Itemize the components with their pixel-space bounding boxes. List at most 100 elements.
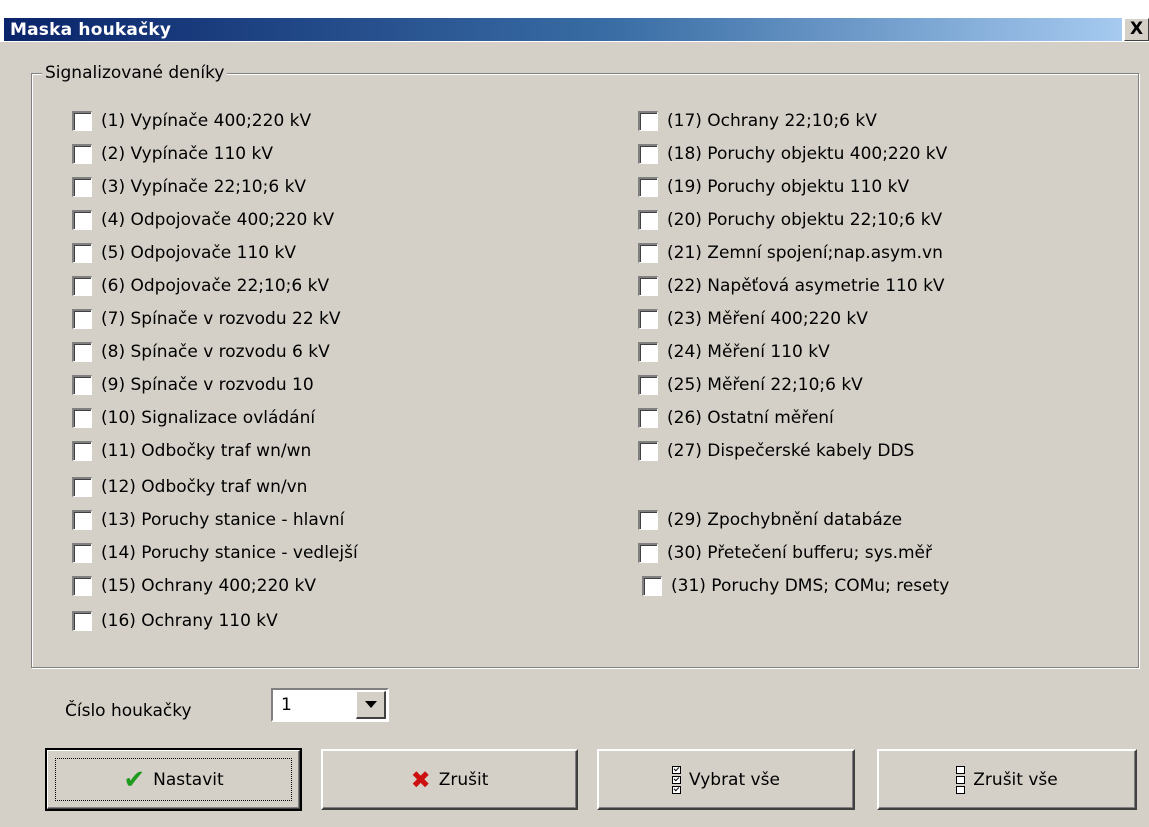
checkbox-label: (6) Odpojovače 22;10;6 kV [101,276,330,296]
checkbox-row-21[interactable]: (21) Zemní spojení;nap.asym.vn [638,242,943,264]
checkbox-row-24[interactable]: (24) Měření 110 kV [638,341,830,363]
checkbox-label: (5) Odpojovače 110 kV [101,243,296,263]
checkbox-label: (22) Napěťová asymetrie 110 kV [667,276,945,296]
checkbox-label: (29) Zpochybnění databáze [667,510,903,530]
set-button[interactable]: ✔ Nastavit [45,748,302,811]
checkbox-row-30[interactable]: (30) Přetečení bufferu; sys.měř [638,542,932,564]
checkbox[interactable] [72,576,92,596]
checkbox-row-18[interactable]: (18) Poruchy objektu 400;220 kV [638,143,947,165]
checkbox[interactable] [72,408,92,428]
checkbox[interactable] [72,177,92,197]
checkbox-label: (12) Odbočky traf wn/vn [101,477,308,497]
clear-all-button-label: Zrušit vše [973,769,1058,790]
checkbox-row-26[interactable]: (26) Ostatní měření [638,407,834,429]
checkbox[interactable] [638,543,658,563]
checkbox-label: (7) Spínače v rozvodu 22 kV [101,309,341,329]
checkbox-row-9[interactable]: (9) Spínače v rozvodu 10 [72,374,314,396]
checkbox-label: (13) Poruchy stanice - hlavní [101,510,345,530]
clear-all-button[interactable]: Zrušit vše [877,749,1137,810]
checkbox[interactable] [642,576,662,596]
checklist-checked-icon [672,765,682,795]
checkbox-row-29[interactable]: (29) Zpochybnění databáze [638,509,902,531]
checkbox-row-31[interactable]: (31) Poruchy DMS; COMu; resety [642,575,949,597]
checkbox-label: (10) Signalizace ovládání [101,408,316,428]
checkbox-row-10[interactable]: (10) Signalizace ovládání [72,407,315,429]
checklist-empty-icon [956,765,966,795]
checkbox-label: (18) Poruchy objektu 400;220 kV [667,144,948,164]
checkbox[interactable] [638,408,658,428]
checkbox-row-6[interactable]: (6) Odpojovače 22;10;6 kV [72,275,329,297]
checkbox-row-4[interactable]: (4) Odpojovače 400;220 kV [72,209,334,231]
checkbox[interactable] [638,177,658,197]
checkbox[interactable] [72,611,92,631]
checkbox-row-2[interactable]: (2) Vypínače 110 kV [72,143,273,165]
checkbox-label: (27) Dispečerské kabely DDS [667,441,915,461]
x-icon: ✖ [410,765,431,794]
checkbox-row-17[interactable]: (17) Ochrany 22;10;6 kV [638,110,877,132]
checkbox[interactable] [638,243,658,263]
select-all-button-label: Vybrat vše [689,769,780,790]
checkbox[interactable] [638,510,658,530]
focus-rect [55,758,292,801]
checkbox-label: (25) Měření 22;10;6 kV [667,375,863,395]
checkbox-row-11[interactable]: (11) Odbočky traf wn/wn [72,440,311,462]
checkbox-row-8[interactable]: (8) Spínače v rozvodu 6 kV [72,341,330,363]
siren-number-select[interactable]: 1 [271,688,389,722]
checkbox[interactable] [638,210,658,230]
checkbox-row-13[interactable]: (13) Poruchy stanice - hlavní [72,509,344,531]
checkbox-label: (17) Ochrany 22;10;6 kV [667,111,877,131]
checkbox[interactable] [638,441,658,461]
checkbox-row-22[interactable]: (22) Napěťová asymetrie 110 kV [638,275,945,297]
window-title: Maska houkačky [10,20,172,40]
checkbox[interactable] [72,375,92,395]
checkbox[interactable] [638,309,658,329]
checkbox-label: (8) Spínače v rozvodu 6 kV [101,342,330,362]
checkbox-label: (24) Měření 110 kV [667,342,830,362]
checkbox[interactable] [638,276,658,296]
checkbox-row-14[interactable]: (14) Poruchy stanice - vedlejší [72,542,358,564]
checkbox-label: (26) Ostatní měření [667,408,834,428]
checkbox-row-7[interactable]: (7) Spínače v rozvodu 22 kV [72,308,341,330]
checkbox-row-16[interactable]: (16) Ochrany 110 kV [72,610,278,632]
checkbox[interactable] [72,309,92,329]
checkbox-row-12[interactable]: (12) Odbočky traf wn/vn [72,476,307,498]
dropdown-button[interactable] [356,691,386,719]
checkbox-label: (2) Vypínače 110 kV [101,144,273,164]
checkbox-row-3[interactable]: (3) Vypínače 22;10;6 kV [72,176,306,198]
checkbox[interactable] [638,144,658,164]
group-legend: Signalizované deníky [42,62,228,84]
close-button[interactable]: X [1124,18,1149,41]
checkbox[interactable] [72,144,92,164]
checkbox-row-1[interactable]: (1) Vypínače 400;220 kV [72,110,311,132]
checkbox[interactable] [72,510,92,530]
checkbox[interactable] [72,477,92,497]
checkbox[interactable] [72,342,92,362]
checkbox[interactable] [72,276,92,296]
cancel-button-label: Zrušit [438,769,489,790]
checkbox-row-27[interactable]: (27) Dispečerské kabely DDS [638,440,914,462]
checkbox[interactable] [72,210,92,230]
chevron-down-icon [364,701,377,708]
checkbox-row-25[interactable]: (25) Měření 22;10;6 kV [638,374,863,396]
checkbox[interactable] [72,441,92,461]
checkbox[interactable] [72,111,92,131]
checkbox-label: (31) Poruchy DMS; COMu; resety [671,576,950,596]
checkbox-label: (20) Poruchy objektu 22;10;6 kV [667,210,943,230]
checkbox-row-23[interactable]: (23) Měření 400;220 kV [638,308,868,330]
checkbox[interactable] [72,243,92,263]
title-bar-gradient [4,18,1122,41]
checkbox[interactable] [638,111,658,131]
select-all-button[interactable]: Vybrat vše [597,749,855,810]
checkbox[interactable] [638,342,658,362]
checkbox-row-15[interactable]: (15) Ochrany 400;220 kV [72,575,316,597]
checkbox-label: (3) Vypínače 22;10;6 kV [101,177,307,197]
checkbox-label: (23) Měření 400;220 kV [667,309,868,329]
checkbox-row-19[interactable]: (19) Poruchy objektu 110 kV [638,176,909,198]
checkbox[interactable] [72,543,92,563]
checkbox-row-5[interactable]: (5) Odpojovače 110 kV [72,242,296,264]
cancel-button[interactable]: ✖ Zrušit [321,749,578,810]
checkbox-row-20[interactable]: (20) Poruchy objektu 22;10;6 kV [638,209,942,231]
checkbox-label: (16) Ochrany 110 kV [101,611,278,631]
checkbox[interactable] [638,375,658,395]
siren-number-label: Číslo houkačky [65,701,192,721]
